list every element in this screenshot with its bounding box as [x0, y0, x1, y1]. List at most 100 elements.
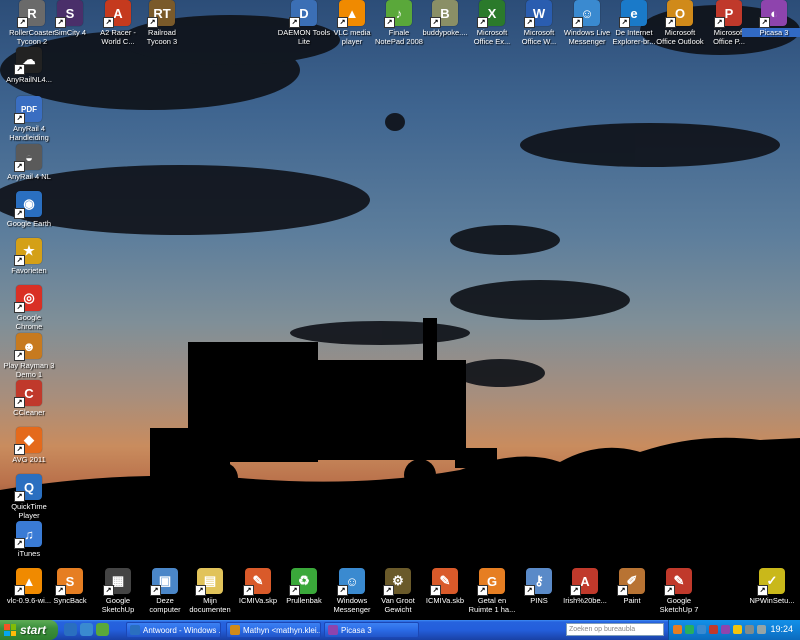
desktop-icon[interactable]: ◎ ↗ Google Chrome: [0, 285, 61, 331]
program-icon: W ↗: [524, 0, 552, 28]
shortcut-arrow-icon: ↗: [477, 585, 488, 596]
desktop-icon-label: iTunes: [17, 549, 41, 558]
program-icon: A ↗: [103, 0, 131, 28]
tray-network-icon[interactable]: [709, 625, 718, 634]
desktop-icon[interactable]: ☁ ↗ AnyRailNL4...: [0, 47, 61, 84]
desktop-icon[interactable]: ♫ ↗ iTunes: [0, 521, 61, 558]
shortcut-arrow-icon: ↗: [477, 17, 488, 28]
tray-picasa-icon[interactable]: [721, 625, 730, 634]
program-icon: ✎ ↗: [243, 568, 271, 596]
desktop-icon-label: AnyRail 4 Handleiding: [9, 124, 49, 142]
program-icon: ◆ ↗: [14, 427, 42, 455]
program-icon: X ↗: [477, 0, 505, 28]
shortcut-arrow-icon: ↗: [665, 17, 676, 28]
shortcut-arrow-icon: ↗: [383, 585, 394, 596]
desktop-icon[interactable]: ✓ ↗ NPWinSetu...: [740, 568, 800, 605]
shortcut-arrow-icon: ↗: [14, 302, 25, 313]
desktop-icon-label: Picasa 3: [742, 28, 800, 37]
start-label: start: [20, 623, 47, 637]
program-icon: ◉ ↗: [14, 191, 42, 219]
tray-safely-remove-icon[interactable]: [745, 625, 754, 634]
desktop-icon-label: CCleaner: [13, 408, 45, 417]
shortcut-arrow-icon: ↗: [757, 585, 768, 596]
program-icon: ✐ ↗: [617, 568, 645, 596]
taskbar: start Antwoord - Windows ... Mathyn <math…: [0, 620, 800, 640]
system-tray: 19:24: [668, 620, 800, 640]
desktop-icon-label: Play Rayman 3 Demo 1: [3, 361, 55, 379]
task-app-icon: [328, 625, 338, 635]
shortcut-arrow-icon: ↗: [55, 585, 66, 596]
shortcut-arrow-icon: ↗: [572, 17, 583, 28]
program-icon: ▦ ↗: [103, 568, 131, 596]
shortcut-arrow-icon: ↗: [14, 113, 25, 124]
desktop-icon[interactable]: ☻ ↗ Play Rayman 3 Demo 1: [0, 333, 61, 379]
clock[interactable]: 19:24: [770, 624, 793, 634]
shortcut-arrow-icon: ↗: [337, 17, 348, 28]
desktop-icon[interactable]: C ↗ CCleaner: [0, 380, 61, 417]
shortcut-arrow-icon: ↗: [430, 17, 441, 28]
program-icon: ☻ ↗: [14, 333, 42, 361]
program-icon: O ↗: [665, 0, 693, 28]
taskbar-button[interactable]: Antwoord - Windows ...: [126, 622, 221, 638]
program-icon: ☁ ↗: [14, 47, 42, 75]
desktop-icon-label: Railroad Tycoon 3: [146, 28, 178, 46]
desktop-icon[interactable]: ★ ↗ Favorieten: [0, 238, 61, 275]
taskbar-button[interactable]: Picasa 3: [324, 622, 419, 638]
program-icon: ⚙ ↗: [383, 568, 411, 596]
quick-launch-desktop-icon[interactable]: [96, 623, 109, 636]
desktop-icon[interactable]: ◆ ↗ AVG 2011: [0, 427, 61, 464]
shortcut-arrow-icon: ↗: [55, 17, 66, 28]
shortcut-arrow-icon: ↗: [14, 491, 25, 502]
shortcut-arrow-icon: ↗: [570, 585, 581, 596]
program-icon: S ↗: [55, 568, 83, 596]
program-icon: ◒ ↗: [14, 144, 42, 172]
shortcut-arrow-icon: ↗: [289, 585, 300, 596]
desktop-icon[interactable]: Q ↗ QuickTime Player: [0, 474, 61, 520]
shortcut-arrow-icon: ↗: [289, 17, 300, 28]
program-icon: ✓ ↗: [757, 568, 785, 596]
program-icon: ▲ ↗: [337, 0, 365, 28]
tray-avg-icon[interactable]: [673, 625, 682, 634]
shortcut-arrow-icon: ↗: [337, 585, 348, 596]
shortcut-arrow-icon: ↗: [14, 397, 25, 408]
shortcut-arrow-icon: ↗: [384, 17, 395, 28]
program-icon: ◐ ↗: [759, 0, 787, 28]
desktop-icon[interactable]: PDF ↗ AnyRail 4 Handleiding: [0, 96, 61, 142]
shortcut-arrow-icon: ↗: [243, 585, 254, 596]
task-app-icon: [130, 625, 140, 635]
task-app-icon: [230, 625, 240, 635]
tray-update-icon[interactable]: [757, 625, 766, 634]
desktop-icon[interactable]: ✎ ↗ Google SketchUp 7: [647, 568, 711, 614]
program-icon: ★ ↗: [14, 238, 42, 266]
desktop-icon-label: Favorieten: [11, 266, 47, 275]
desktop-icon[interactable]: ◒ ↗ AnyRail 4 NL: [0, 144, 61, 181]
shortcut-arrow-icon: ↗: [147, 17, 158, 28]
shortcut-arrow-icon: ↗: [14, 161, 25, 172]
shortcut-arrow-icon: ↗: [195, 585, 206, 596]
desktop-icon-label: AnyRail 4 NL: [7, 172, 51, 181]
start-button[interactable]: start: [0, 620, 58, 640]
program-icon: G ↗: [477, 568, 505, 596]
taskbar-button[interactable]: Mathyn <mathyn.klei...: [226, 622, 321, 638]
program-icon: ♻ ↗: [289, 568, 317, 596]
program-icon: S ↗: [55, 0, 83, 28]
shortcut-arrow-icon: ↗: [14, 444, 25, 455]
tray-volume-icon[interactable]: [733, 625, 742, 634]
desktop-icon[interactable]: ◐ ↗ Picasa 3: [742, 0, 800, 37]
desktop-icon-label: AnyRailNL4...: [6, 75, 52, 84]
desktop-search-input[interactable]: Zoeken op bureaubla: [566, 623, 664, 636]
program-icon: PDF ↗: [14, 96, 42, 124]
shortcut-arrow-icon: ↗: [14, 64, 25, 75]
tray-messenger-icon[interactable]: [697, 625, 706, 634]
desktop-icon-label: Google Earth: [6, 219, 52, 228]
desktop-icon-label: Google SketchUp 7: [659, 596, 699, 614]
desktop-icon[interactable]: ◉ ↗ Google Earth: [0, 191, 61, 228]
desktop-icon[interactable]: RT ↗ Railroad Tycoon 3: [130, 0, 194, 46]
tray-shield-icon[interactable]: [685, 625, 694, 634]
quick-launch-messenger-icon[interactable]: [80, 623, 93, 636]
shortcut-arrow-icon: ↗: [619, 17, 630, 28]
quick-launch-ie-icon[interactable]: [64, 623, 77, 636]
program-icon: RT ↗: [147, 0, 175, 28]
shortcut-arrow-icon: ↗: [664, 585, 675, 596]
shortcut-arrow-icon: ↗: [103, 17, 114, 28]
